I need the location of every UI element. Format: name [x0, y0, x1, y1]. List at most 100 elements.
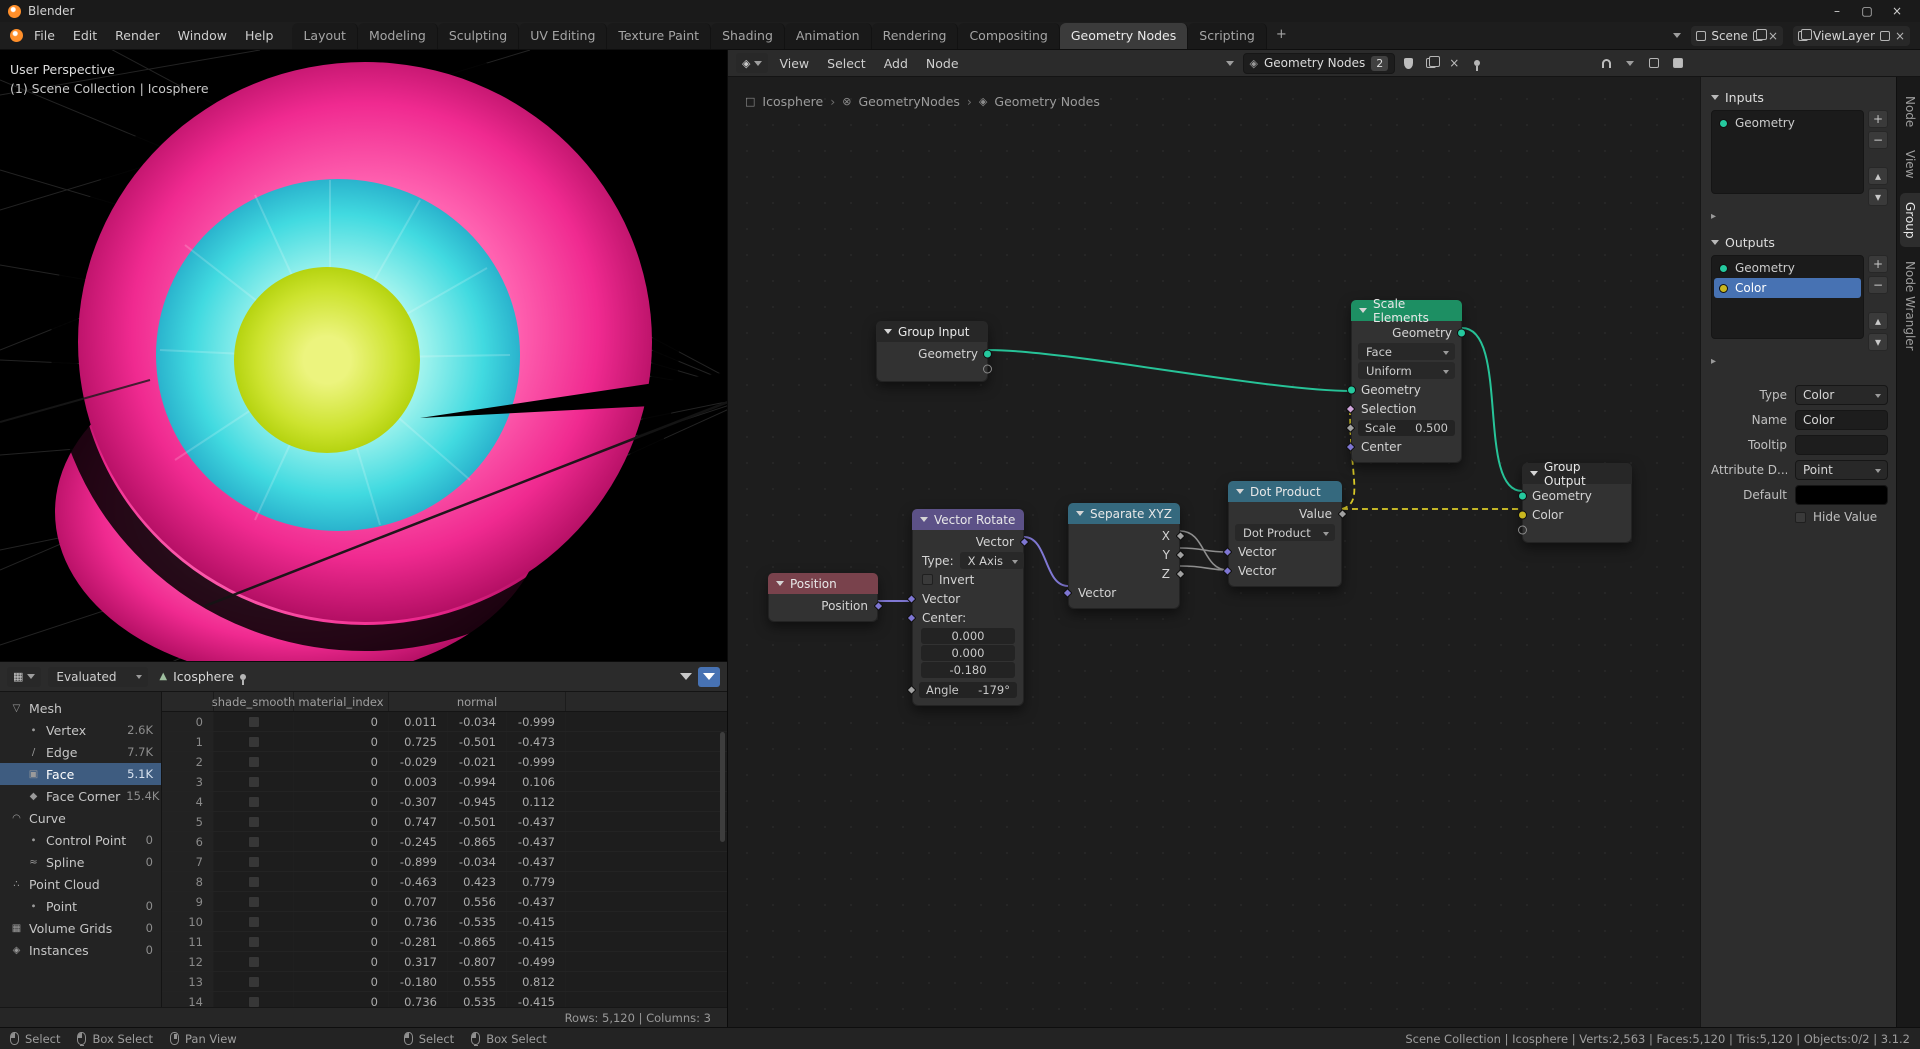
attribute-domain-dropdown[interactable]: Point	[1795, 460, 1888, 480]
tree-item-mesh[interactable]: ▽Mesh	[0, 697, 161, 719]
node-dot-product[interactable]: Dot Product Value Dot Product Vector	[1228, 481, 1342, 587]
workspace-tab-shading[interactable]: Shading	[711, 23, 785, 49]
tree-item-face-corner[interactable]: ◆Face Corner15.4K	[0, 785, 161, 807]
browse-nodetree-button[interactable]	[1220, 53, 1240, 73]
editor-type-button[interactable]: ◈	[736, 53, 768, 73]
type-dropdown[interactable]: Color	[1795, 385, 1888, 405]
viewlayer-selector[interactable]: ViewLayer ×	[1793, 26, 1910, 46]
column-header-normal[interactable]: normal	[389, 692, 566, 711]
node-header[interactable]: Position	[768, 573, 878, 594]
socket-list-item-geometry[interactable]: Geometry	[1714, 113, 1861, 133]
tree-item-face[interactable]: ▣Face5.1K	[0, 763, 161, 785]
checkbox[interactable]	[248, 936, 260, 948]
tree-item-curve[interactable]: ◠Curve	[0, 807, 161, 829]
dataset-dropdown[interactable]: Evaluated	[48, 667, 148, 687]
menu-render[interactable]: Render	[106, 22, 169, 49]
add-input-button[interactable]: +	[1868, 110, 1888, 128]
ne-menu-add[interactable]: Add	[875, 50, 917, 76]
node-header[interactable]: Vector Rotate	[912, 509, 1024, 530]
hide-value-checkbox[interactable]	[1795, 512, 1806, 523]
sidebar-tab-node[interactable]: Node	[1900, 87, 1920, 136]
workspace-tab-texture-paint[interactable]: Texture Paint	[607, 23, 711, 49]
pin-button[interactable]	[1467, 53, 1487, 73]
overlay-toggle-button[interactable]	[1644, 53, 1664, 73]
maximize-button[interactable]: ▢	[1852, 0, 1882, 22]
ne-menu-view[interactable]: View	[770, 50, 818, 76]
checkbox[interactable]	[248, 876, 260, 888]
checkbox[interactable]	[248, 836, 260, 848]
tree-item-spline[interactable]: ≈Spline0	[0, 851, 161, 873]
viewport-3d[interactable]: User Perspective (1) Scene Collection | …	[0, 50, 728, 661]
socket-list-item-color[interactable]: Color	[1714, 278, 1861, 298]
collapse-icon[interactable]	[1359, 308, 1367, 313]
move-input-up-button[interactable]: ▴	[1868, 167, 1888, 185]
collapse-icon[interactable]	[1076, 511, 1084, 516]
add-workspace-button[interactable]: +	[1267, 23, 1296, 48]
tooltip-input[interactable]	[1795, 435, 1888, 455]
tree-item-control-point[interactable]: ∙Control Point0	[0, 829, 161, 851]
node-position[interactable]: Position Position	[768, 573, 878, 622]
breadcrumb-item-geometrynodes[interactable]: GeometryNodes	[858, 94, 959, 109]
checkbox[interactable]	[248, 956, 260, 968]
checkbox[interactable]	[248, 716, 260, 728]
domain-dropdown[interactable]: Face	[1358, 343, 1455, 360]
close-button[interactable]: ×	[1882, 0, 1912, 22]
workspace-tab-animation[interactable]: Animation	[785, 23, 872, 49]
breadcrumb-item-geometry-nodes[interactable]: Geometry Nodes	[994, 94, 1099, 109]
node-header[interactable]: Scale Elements	[1351, 300, 1462, 321]
scale-field[interactable]: Scale 0.500	[1358, 420, 1455, 436]
filter-toggle-button[interactable]	[698, 667, 720, 687]
outputs-section-header[interactable]: Outputs	[1711, 232, 1888, 252]
nodetree-name-field[interactable]: ◈ Geometry Nodes 2	[1243, 53, 1396, 74]
move-output-down-button[interactable]: ▾	[1868, 333, 1888, 351]
new-scene-icon[interactable]	[1753, 31, 1763, 41]
operation-dropdown[interactable]: Dot Product	[1235, 524, 1335, 541]
sidebar-tab-view[interactable]: View	[1900, 141, 1920, 187]
new-viewlayer-icon[interactable]	[1880, 31, 1890, 41]
checkbox[interactable]	[248, 796, 260, 808]
checkbox[interactable]	[248, 736, 260, 748]
snap-button[interactable]	[1596, 53, 1616, 73]
column-header-material-index[interactable]: material_index	[294, 692, 389, 711]
column-header-shade-smooth[interactable]: shade_smooth	[214, 692, 294, 711]
scene-selector[interactable]: Scene ×	[1691, 26, 1783, 46]
vertical-scrollbar[interactable]	[720, 732, 725, 842]
collapse-icon[interactable]	[1236, 489, 1244, 494]
tree-item-point-cloud[interactable]: ∴Point Cloud	[0, 873, 161, 895]
center-z-field[interactable]: -0.180	[921, 662, 1015, 678]
tree-item-vertex[interactable]: ∙Vertex2.6K	[0, 719, 161, 741]
node-header[interactable]: Separate XYZ	[1068, 503, 1180, 524]
node-vector-rotate[interactable]: Vector Rotate Vector Type: X Axis Invert	[912, 509, 1024, 706]
workspace-tab-compositing[interactable]: Compositing	[958, 23, 1059, 49]
collapse-icon[interactable]	[1530, 471, 1538, 476]
node-scale-elements[interactable]: Scale Elements Geometry Face Uniform	[1351, 300, 1462, 463]
ne-menu-node[interactable]: Node	[917, 50, 968, 76]
name-input[interactable]: Color	[1795, 410, 1888, 430]
invert-checkbox[interactable]	[922, 574, 933, 585]
geometry-output-socket[interactable]	[983, 349, 992, 358]
tree-item-point[interactable]: ∙Point0	[0, 895, 161, 917]
workspace-tab-layout[interactable]: Layout	[292, 23, 358, 49]
socket-list-item-geometry[interactable]: Geometry	[1714, 258, 1861, 278]
menu-edit[interactable]: Edit	[64, 22, 106, 49]
remove-viewlayer-icon[interactable]: ×	[1895, 30, 1905, 42]
snap-mode-dropdown[interactable]	[1620, 53, 1640, 73]
checkbox[interactable]	[248, 816, 260, 828]
workspace-tab-geometry-nodes[interactable]: Geometry Nodes	[1060, 23, 1188, 49]
checkbox[interactable]	[248, 896, 260, 908]
scene-browse-icon[interactable]	[1673, 33, 1681, 38]
center-y-field[interactable]: 0.000	[921, 645, 1015, 661]
breadcrumb-item-icosphere[interactable]: Icosphere	[762, 94, 823, 109]
move-output-up-button[interactable]: ▴	[1868, 312, 1888, 330]
geometry-output-socket[interactable]	[1457, 328, 1466, 337]
node-group-input[interactable]: Group Input Geometry	[876, 321, 988, 382]
editor-type-button[interactable]: ▦	[7, 667, 41, 687]
center-x-field[interactable]: 0.000	[921, 628, 1015, 644]
sidebar-tab-group[interactable]: Group	[1900, 193, 1920, 248]
fake-user-button[interactable]	[1398, 53, 1418, 73]
checkbox[interactable]	[248, 916, 260, 928]
geometry-input-socket[interactable]	[1518, 491, 1527, 500]
sidebar-tab-node-wrangler[interactable]: Node Wrangler	[1900, 252, 1920, 360]
user-count-badge[interactable]: 2	[1371, 56, 1388, 71]
workspace-tab-rendering[interactable]: Rendering	[872, 23, 959, 49]
